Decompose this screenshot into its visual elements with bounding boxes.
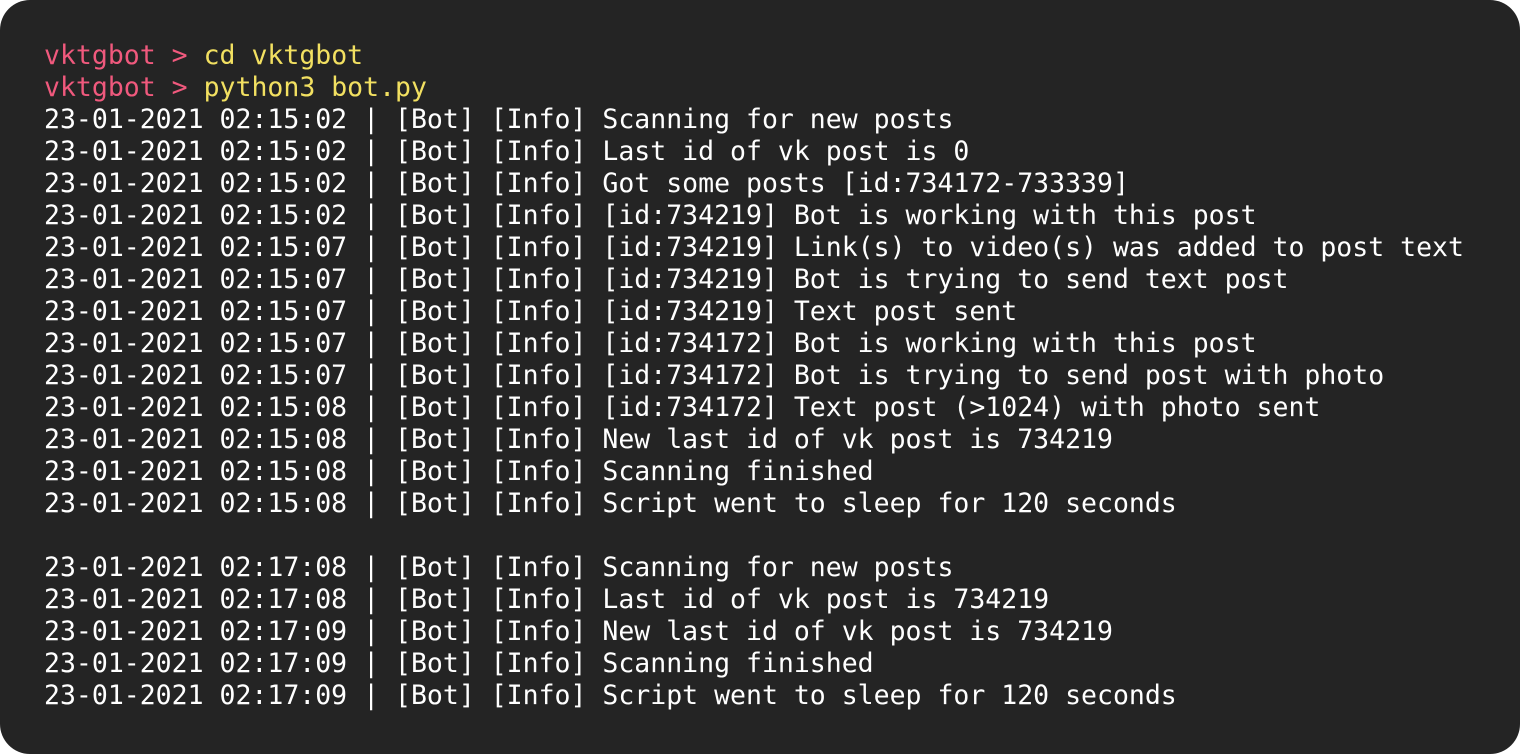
prompt-symbol: > <box>171 40 188 71</box>
log-block-2: 23-01-2021 02:17:08 | [Bot] [Info] Scann… <box>44 552 1476 712</box>
log-line: 23-01-2021 02:15:02 | [Bot] [Info] Last … <box>44 136 970 167</box>
command-line: vktgbot > python3 bot.py <box>44 72 1476 104</box>
log-line: 23-01-2021 02:15:08 | [Bot] [Info] New l… <box>44 424 1113 455</box>
log-block-1: 23-01-2021 02:15:02 | [Bot] [Info] Scann… <box>44 104 1476 520</box>
log-line: 23-01-2021 02:17:08 | [Bot] [Info] Scann… <box>44 552 954 583</box>
log-line: 23-01-2021 02:15:02 | [Bot] [Info] Got s… <box>44 168 1129 199</box>
prompt-symbol: > <box>171 72 188 103</box>
log-line: 23-01-2021 02:15:07 | [Bot] [Info] [id:7… <box>44 360 1385 391</box>
log-line: 23-01-2021 02:15:08 | [Bot] [Info] [id:7… <box>44 392 1321 423</box>
log-line: 23-01-2021 02:17:09 | [Bot] [Info] Scrip… <box>44 680 1177 711</box>
command-text: python3 bot.py <box>203 72 427 103</box>
log-line: 23-01-2021 02:15:02 | [Bot] [Info] Scann… <box>44 104 954 135</box>
log-line: 23-01-2021 02:15:02 | [Bot] [Info] [id:7… <box>44 200 1257 231</box>
prompt-directory: vktgbot <box>44 40 156 71</box>
log-line: 23-01-2021 02:17:09 | [Bot] [Info] Scann… <box>44 648 874 679</box>
terminal-window[interactable]: vktgbot > cd vktgbot vktgbot > python3 b… <box>0 0 1520 754</box>
log-line: 23-01-2021 02:15:07 | [Bot] [Info] [id:7… <box>44 328 1257 359</box>
log-line: 23-01-2021 02:15:08 | [Bot] [Info] Scann… <box>44 456 874 487</box>
log-line: 23-01-2021 02:15:08 | [Bot] [Info] Scrip… <box>44 488 1177 519</box>
log-line: 23-01-2021 02:17:08 | [Bot] [Info] Last … <box>44 584 1050 615</box>
command-text: cd vktgbot <box>203 40 364 71</box>
prompt-directory: vktgbot <box>44 72 156 103</box>
log-line: 23-01-2021 02:15:07 | [Bot] [Info] [id:7… <box>44 296 1018 327</box>
log-line: 23-01-2021 02:17:09 | [Bot] [Info] New l… <box>44 616 1113 647</box>
log-line: 23-01-2021 02:15:07 | [Bot] [Info] [id:7… <box>44 232 1464 263</box>
log-line: 23-01-2021 02:15:07 | [Bot] [Info] [id:7… <box>44 264 1289 295</box>
command-line: vktgbot > cd vktgbot <box>44 40 1476 72</box>
